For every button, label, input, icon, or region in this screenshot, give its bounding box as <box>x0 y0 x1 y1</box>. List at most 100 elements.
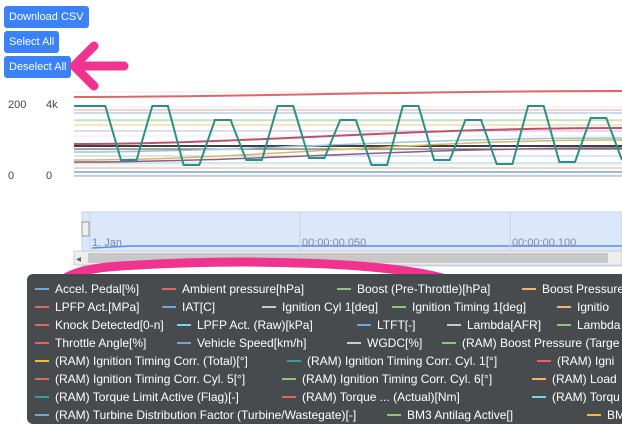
legend-item[interactable]: Ignition Cyl 1[deg] <box>262 300 378 314</box>
legend-swatch <box>557 324 571 326</box>
legend-swatch <box>35 378 49 380</box>
range-handle[interactable] <box>81 221 90 237</box>
range-tick-label: 00:00:00.100 <box>512 237 576 249</box>
legend-item[interactable]: (RAM) Boost Pressure (Targe <box>442 336 619 350</box>
legend-item[interactable]: IAT[C] <box>162 300 215 314</box>
legend-swatch <box>35 360 49 362</box>
legend-swatch <box>537 360 551 362</box>
legend-label: Lambda <box>577 318 621 332</box>
legend-label: Ignition Cyl 1[deg] <box>282 300 379 314</box>
legend-item[interactable]: (RAM) Torqu <box>532 390 620 404</box>
chart-legend: Accel. Pedal[%] Ambient pressure[hPa] Boos… <box>27 274 622 424</box>
legend-swatch <box>282 378 296 380</box>
legend-swatch <box>35 306 49 308</box>
legend-item[interactable]: WGDC[%] <box>347 336 422 350</box>
legend-item[interactable]: (RAM) Turbine Distribution Factor (Turbi… <box>35 408 356 422</box>
y2-tick-label: 4k <box>46 99 58 111</box>
download-csv-button[interactable]: Download CSV <box>4 6 89 28</box>
legend-label: (RAM) Igni <box>557 354 615 368</box>
legend-swatch <box>35 288 49 290</box>
deselect-all-button[interactable]: Deselect All <box>4 56 72 78</box>
legend-label: Lambda[AFR] <box>467 318 542 332</box>
legend-label: Accel. Pedal[%] <box>55 282 140 296</box>
legend-swatch <box>357 324 371 326</box>
scrollbar-thumb[interactable] <box>88 253 608 263</box>
legend-swatch <box>177 342 191 344</box>
legend-item[interactable]: Accel. Pedal[%] <box>35 282 139 296</box>
log-chart[interactable]: 200 0 4k 0 1. Jan 00:00:00.050 00:00:00.100 ◂ <box>0 84 622 270</box>
legend-swatch <box>162 288 176 290</box>
legend-item[interactable]: (RAM) Load <box>532 372 617 386</box>
legend-swatch <box>287 360 301 362</box>
legend-item[interactable]: LPFP Act.[MPa] <box>35 300 139 314</box>
legend-swatch <box>347 342 361 344</box>
legend-item[interactable]: Boost Pressure <box>522 282 622 296</box>
legend-item[interactable]: (RAM) Igni <box>537 354 614 368</box>
legend-label: WGDC[%] <box>367 336 423 350</box>
annotation-arrow-icon <box>69 41 129 91</box>
legend-label: Knock Detected[0-n] <box>55 318 164 332</box>
legend-swatch <box>587 414 601 416</box>
y-tick-label: 200 <box>8 99 26 111</box>
legend-item[interactable]: Ambient pressure[hPa] <box>162 282 304 296</box>
legend-swatch <box>557 306 571 308</box>
legend-swatch <box>442 342 456 344</box>
legend-label: (RAM) Torqu <box>552 390 620 404</box>
legend-swatch <box>162 306 176 308</box>
legend-item[interactable]: (RAM) Torque ... (Actual)[Nm] <box>282 390 460 404</box>
legend-item[interactable]: Lambda <box>557 318 620 332</box>
legend-item[interactable]: BM3 Antilag Active[] <box>387 408 513 422</box>
y-tick-label: 0 <box>8 170 14 182</box>
legend-swatch <box>337 288 351 290</box>
legend-label: LPFP Act. (Raw)[kPa] <box>197 318 313 332</box>
legend-item[interactable]: Vehicle Speed[km/h] <box>177 336 306 350</box>
legend-label: Vehicle Speed[km/h] <box>197 336 307 350</box>
legend-label: (RAM) Load <box>552 372 617 386</box>
legend-swatch <box>35 342 49 344</box>
legend-label: (RAM) Ignition Timing Corr. Cyl. 6[°] <box>302 372 493 386</box>
legend-swatch <box>387 414 401 416</box>
legend-label: Ignitio <box>577 300 610 314</box>
legend-swatch <box>282 396 296 398</box>
legend-item[interactable]: BM3 F <box>587 408 622 422</box>
legend-item[interactable]: Ignition Timing 1[deg] <box>392 300 526 314</box>
legend-item[interactable]: (RAM) Torque Limit Active (Flag)[-] <box>35 390 239 404</box>
scroll-left-icon[interactable]: ◂ <box>76 254 81 265</box>
legend-label: (RAM) Ignition Timing Corr. Cyl. 1[°] <box>307 354 498 368</box>
legend-item[interactable]: (RAM) Ignition Timing Corr. (Total)[°] <box>35 354 248 368</box>
legend-label: LPFP Act.[MPa] <box>55 300 140 314</box>
legend-swatch <box>262 306 276 308</box>
legend-item[interactable]: LPFP Act. (Raw)[kPa] <box>177 318 313 332</box>
legend-label: Throttle Angle[%] <box>55 336 147 350</box>
legend-swatch <box>35 414 49 416</box>
legend-label: Ignition Timing 1[deg] <box>412 300 527 314</box>
legend-label: BM3 F <box>607 408 622 422</box>
legend-swatch <box>522 288 536 290</box>
legend-item[interactable]: (RAM) Ignition Timing Corr. Cyl. 6[°] <box>282 372 492 386</box>
legend-swatch <box>447 324 461 326</box>
legend-item[interactable]: (RAM) Ignition Timing Corr. Cyl. 5[°] <box>35 372 245 386</box>
legend-swatch <box>392 306 406 308</box>
legend-swatch <box>35 324 49 326</box>
legend-label: Ambient pressure[hPa] <box>182 282 305 296</box>
legend-label: LTFT[-] <box>377 318 416 332</box>
legend-label: (RAM) Ignition Timing Corr. Cyl. 5[°] <box>55 372 246 386</box>
legend-label: IAT[C] <box>182 300 216 314</box>
legend-item[interactable]: Knock Detected[0-n] <box>35 318 164 332</box>
legend-swatch <box>532 396 546 398</box>
legend-swatch <box>35 396 49 398</box>
select-all-button[interactable]: Select All <box>4 31 60 53</box>
legend-swatch <box>532 378 546 380</box>
legend-item[interactable]: Ignitio <box>557 300 609 314</box>
range-tick-label: 00:00:00.050 <box>302 237 366 249</box>
legend-item[interactable]: Lambda[AFR] <box>447 318 541 332</box>
legend-item[interactable]: LTFT[-] <box>357 318 415 332</box>
range-tick-label: 1. Jan <box>92 237 122 249</box>
legend-label: Boost (Pre-Throttle)[hPa] <box>357 282 491 296</box>
legend-item[interactable]: (RAM) Ignition Timing Corr. Cyl. 1[°] <box>287 354 497 368</box>
legend-label: (RAM) Ignition Timing Corr. (Total)[°] <box>55 354 248 368</box>
legend-label: (RAM) Torque ... (Actual)[Nm] <box>302 390 460 404</box>
legend-item[interactable]: Boost (Pre-Throttle)[hPa] <box>337 282 490 296</box>
legend-item[interactable]: Throttle Angle[%] <box>35 336 146 350</box>
legend-label: (RAM) Turbine Distribution Factor (Turbi… <box>55 408 357 422</box>
